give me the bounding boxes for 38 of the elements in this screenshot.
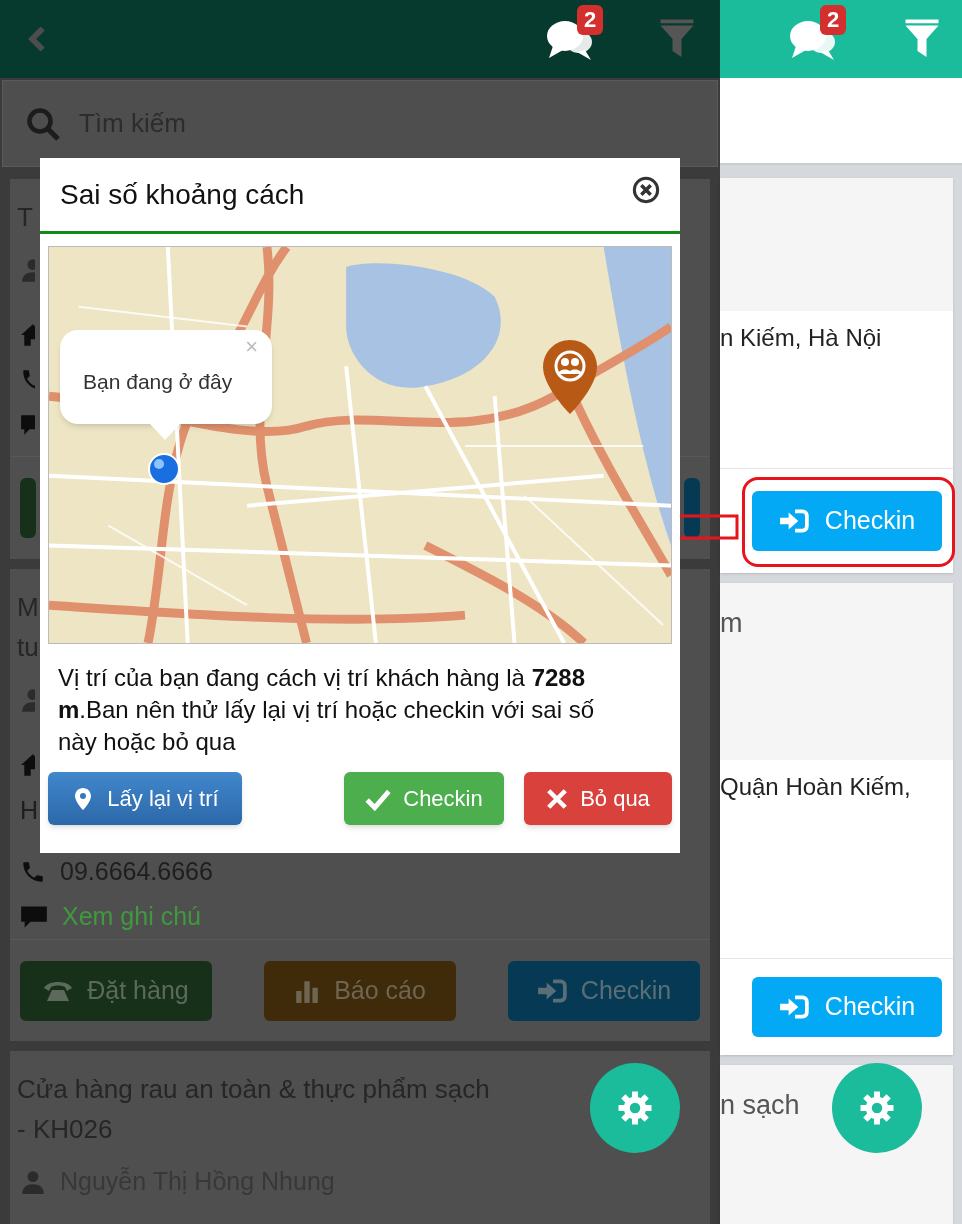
- popup-text: Bạn đang ở đây: [83, 369, 233, 395]
- sign-in-icon: [778, 508, 809, 534]
- bar-chart-icon: [294, 978, 321, 1004]
- close-icon[interactable]: [632, 175, 660, 204]
- checkin-button[interactable]: Checkin: [752, 491, 942, 551]
- filter-icon[interactable]: [659, 19, 695, 59]
- location-button[interactable]: Lấy lại vị trí: [48, 772, 242, 825]
- order-button[interactable]: [20, 478, 36, 538]
- dialog-message: Vị trí của bạn đang cách vị trí khách hàng là 7288 m.Ban nên thử lấy lại vị trí hoặc checkin với sai số này hoặc bỏ qua: [57, 663, 596, 757]
- sign-in-icon: [778, 994, 809, 1020]
- checkin-button[interactable]: Checkin: [752, 977, 942, 1037]
- report-button[interactable]: Báo cáo: [264, 961, 456, 1021]
- user-icon: [20, 687, 35, 713]
- address-text: n Kiếm, Hà Nội: [720, 323, 883, 353]
- filter-icon[interactable]: [904, 19, 940, 59]
- address-text: Quận Hoàn Kiếm,: [720, 772, 912, 802]
- checkin-button[interactable]: Checkin: [344, 772, 504, 825]
- gear-icon: [859, 1090, 895, 1126]
- telephone-icon: [43, 979, 74, 1003]
- sign-in-icon: [536, 978, 567, 1004]
- order-button[interactable]: Đặt hàng: [20, 961, 212, 1021]
- search-icon: [25, 105, 61, 142]
- checkin-button[interactable]: [684, 478, 700, 538]
- map-pin-icon: [542, 339, 598, 415]
- gear-icon: [617, 1090, 653, 1126]
- popup-close-button[interactable]: ×: [245, 336, 258, 358]
- checkin-button[interactable]: Checkin: [508, 961, 700, 1021]
- dialog-title: Sai số khoảng cách: [60, 177, 305, 212]
- card-title: n sạch: [720, 1089, 800, 1122]
- x-icon: [546, 787, 569, 810]
- skip-button[interactable]: Bỏ qua: [524, 772, 672, 825]
- notification-badge: 2: [577, 5, 604, 35]
- notification-badge: 2: [820, 5, 847, 35]
- card-title: m: [720, 607, 743, 640]
- note-link[interactable]: Xem ghi chú: [62, 897, 201, 936]
- user-icon: [20, 1169, 46, 1195]
- location-dot-icon: [147, 452, 181, 486]
- user-icon: [20, 257, 35, 283]
